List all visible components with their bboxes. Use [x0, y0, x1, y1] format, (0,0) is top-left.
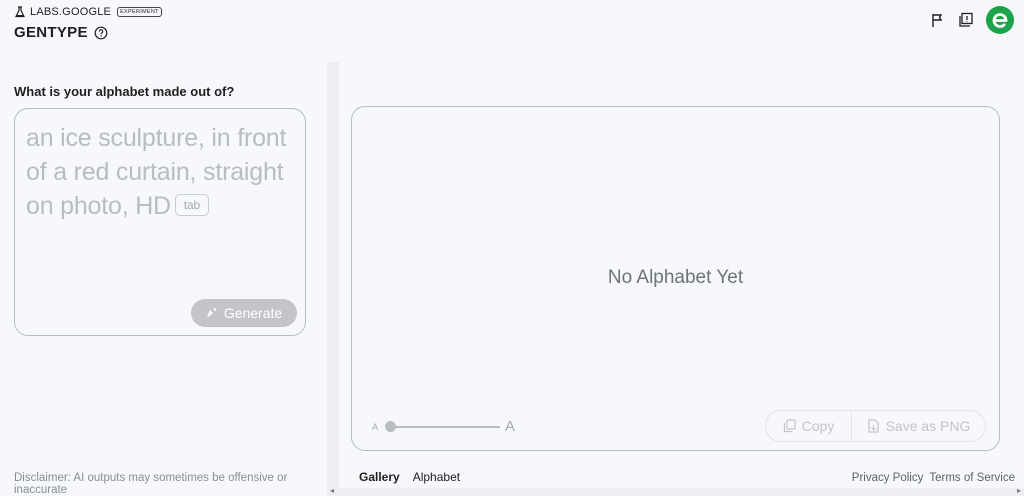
tab-hint-chip: tab	[174, 194, 210, 217]
vertical-scrollbar[interactable]	[327, 62, 339, 490]
size-large-label: A	[505, 418, 516, 435]
header-actions	[930, 6, 1014, 34]
tab-alphabet[interactable]: Alphabet	[413, 470, 460, 484]
help-circle-icon[interactable]	[94, 26, 108, 40]
size-slider-handle[interactable]	[385, 421, 396, 432]
export-actions: Copy Save as PNG	[765, 410, 986, 442]
footer-links: Privacy Policy Terms of Service	[852, 472, 1015, 484]
prompt-question: What is your alphabet made out of?	[14, 84, 235, 99]
scroll-right-icon[interactable]: ▸	[1017, 486, 1021, 495]
experiment-badge: EXPERIMENT	[117, 7, 162, 17]
copy-button[interactable]: Copy	[766, 411, 852, 441]
terms-of-service-link[interactable]: Terms of Service	[929, 472, 1015, 484]
generate-button[interactable]: Generate	[191, 299, 297, 327]
report-icon[interactable]	[958, 12, 974, 28]
horizontal-scrollbar[interactable]: ◂ ▸	[327, 486, 1024, 496]
alphabet-canvas: No Alphabet Yet A A Copy Save as PNG	[351, 106, 1000, 451]
flag-icon[interactable]	[930, 12, 946, 28]
labs-label: LABS.GOOGLE	[30, 6, 112, 18]
prompt-input[interactable]: an ice sculpture, in front of a red curt…	[14, 108, 306, 336]
user-avatar[interactable]	[986, 6, 1014, 34]
privacy-policy-link[interactable]: Privacy Policy	[852, 472, 924, 484]
save-png-button[interactable]: Save as PNG	[852, 411, 985, 441]
app-title: GENTYPE	[14, 24, 88, 41]
header: LABS.GOOGLE EXPERIMENT GENTYPE	[14, 6, 162, 41]
empty-state-message: No Alphabet Yet	[607, 267, 744, 288]
sparkle-send-icon	[206, 308, 217, 318]
generate-label: Generate	[223, 305, 283, 321]
size-slider-track[interactable]	[386, 426, 500, 428]
disclaimer: Disclaimer: AI outputs may sometimes be …	[14, 472, 288, 496]
scroll-left-icon[interactable]: ◂	[330, 486, 334, 495]
tab-gallery[interactable]: Gallery	[359, 470, 400, 484]
prompt-panel: What is your alphabet made out of? an ic…	[0, 62, 326, 496]
save-label: Save as PNG	[885, 418, 971, 434]
labs-brand[interactable]: LABS.GOOGLE EXPERIMENT	[14, 6, 162, 18]
size-small-label: A	[372, 422, 379, 432]
copy-label: Copy	[801, 418, 835, 434]
prompt-placeholder-text: an ice sculpture, in front of a red curt…	[26, 124, 287, 220]
prompt-placeholder: an ice sculpture, in front of a red curt…	[26, 121, 296, 223]
view-tabs: Gallery Alphabet	[359, 470, 460, 484]
flask-icon	[15, 6, 25, 18]
copy-icon	[783, 419, 796, 433]
save-file-icon	[867, 419, 879, 433]
